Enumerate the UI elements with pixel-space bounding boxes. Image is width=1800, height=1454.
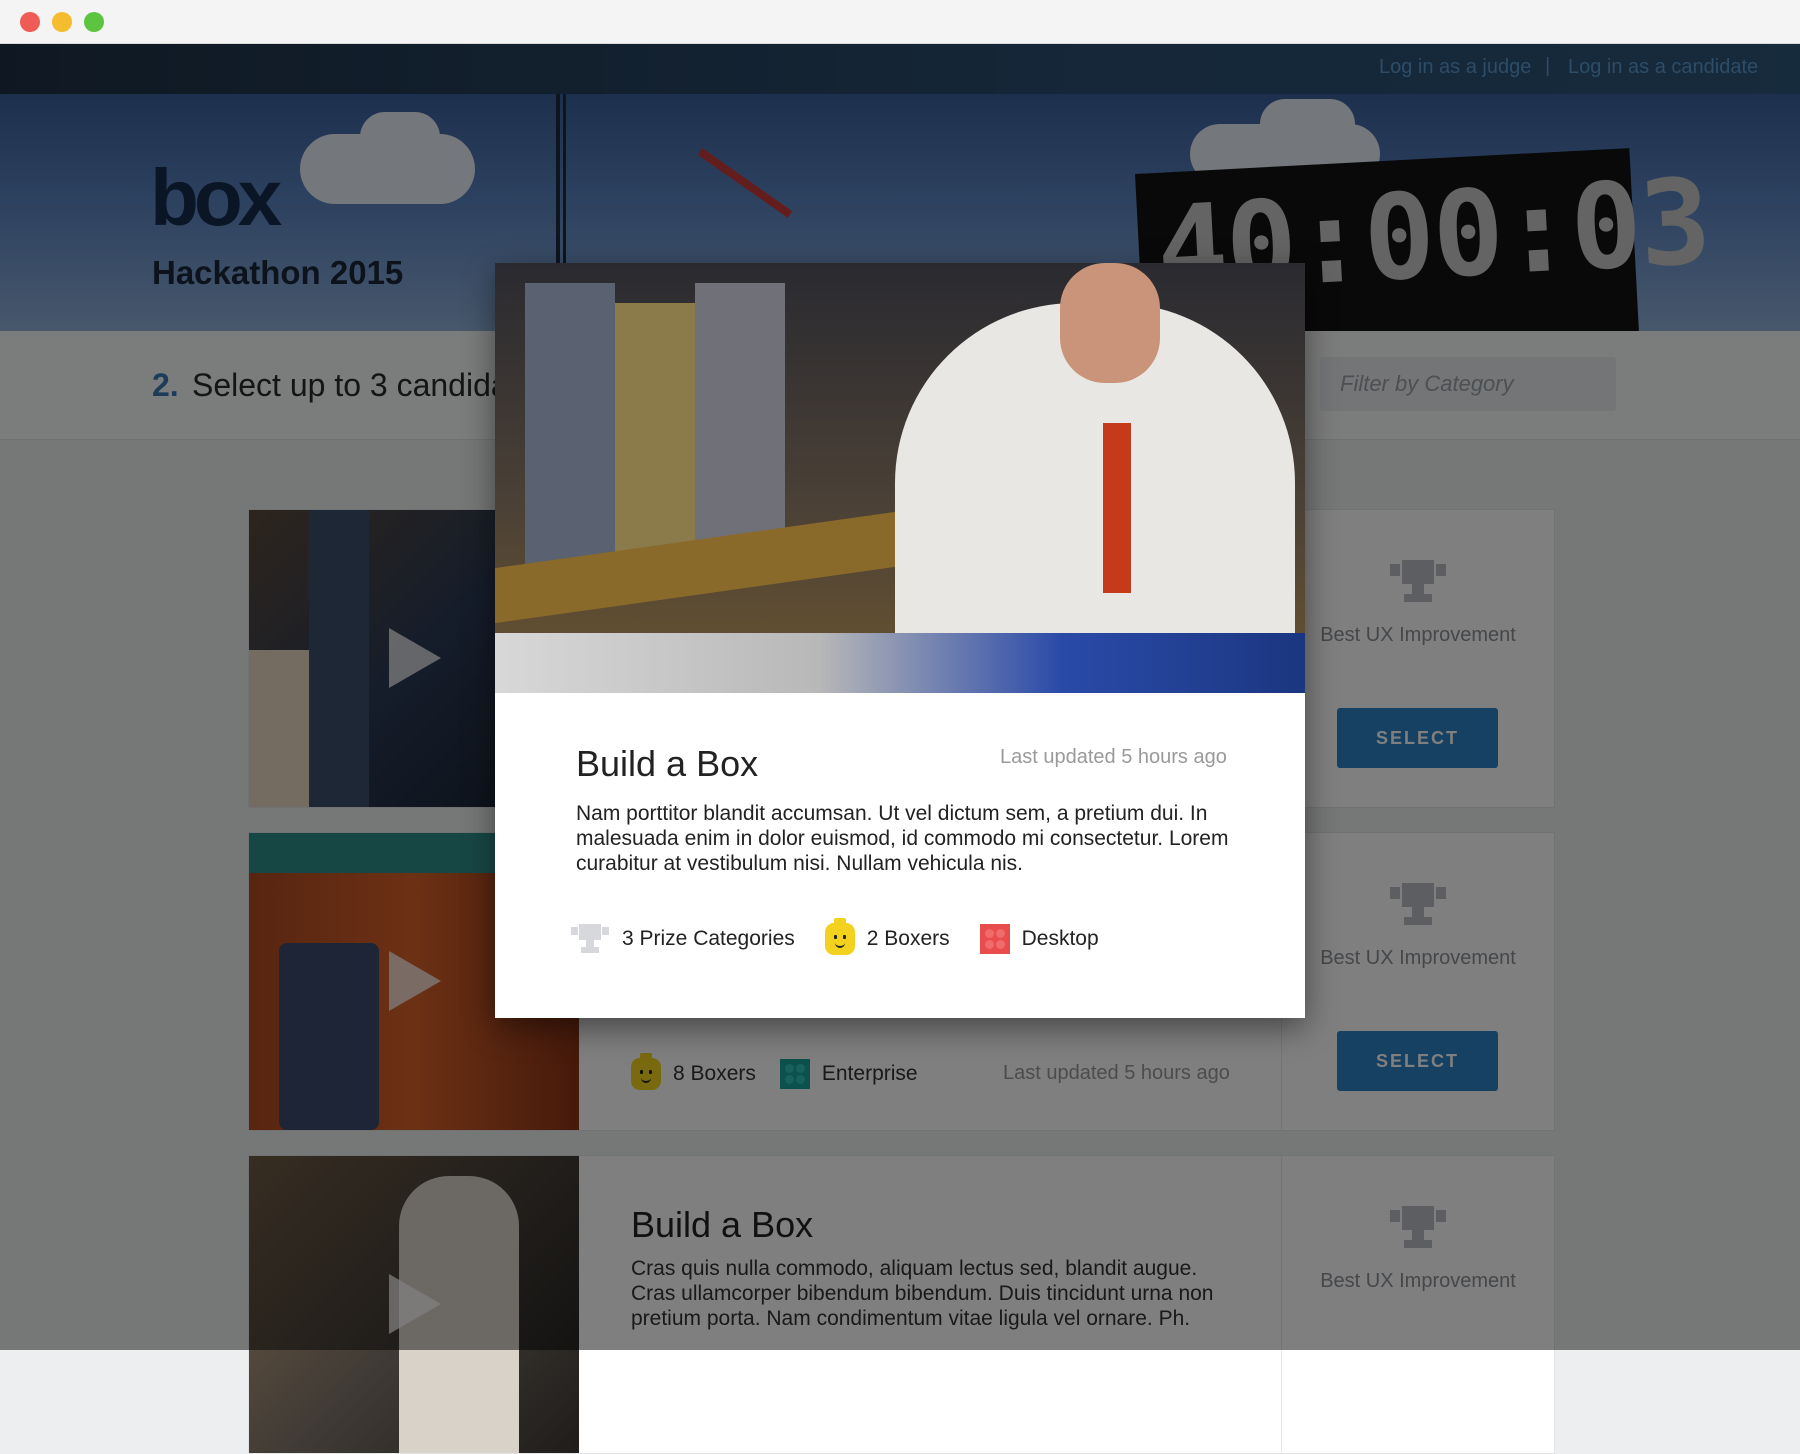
project-detail-modal: Build a Box Last updated 5 hours ago Nam… xyxy=(495,263,1305,1018)
modal-title: Build a Box xyxy=(576,743,759,784)
lego-building xyxy=(615,303,695,563)
close-window-button[interactable] xyxy=(20,12,40,32)
man-tie xyxy=(1103,423,1131,593)
minimize-window-button[interactable] xyxy=(52,12,72,32)
man-head xyxy=(1060,263,1160,383)
lego-building xyxy=(525,283,615,583)
window-titlebar xyxy=(0,0,1800,44)
boxers-count: 2 Boxers xyxy=(866,927,950,950)
lego-pieces-table xyxy=(495,633,1305,693)
maximize-window-button[interactable] xyxy=(84,12,104,32)
modal-last-updated: Last updated 5 hours ago xyxy=(1000,746,1227,768)
prize-categories-count: 3 Prize Categories xyxy=(622,927,795,950)
platform-label: Desktop xyxy=(1021,927,1099,950)
desktop-brick-icon xyxy=(979,924,1010,954)
project-hero-image xyxy=(495,263,1305,693)
boxer-head-icon xyxy=(824,918,855,955)
lego-building xyxy=(695,283,785,563)
trophy-icon xyxy=(571,924,609,953)
modal-description: Nam porttitor blandit accumsan. Ut vel d… xyxy=(576,802,1229,875)
modal-meta: 3 Prize Categories 2 Boxers Desktop xyxy=(570,918,1099,957)
